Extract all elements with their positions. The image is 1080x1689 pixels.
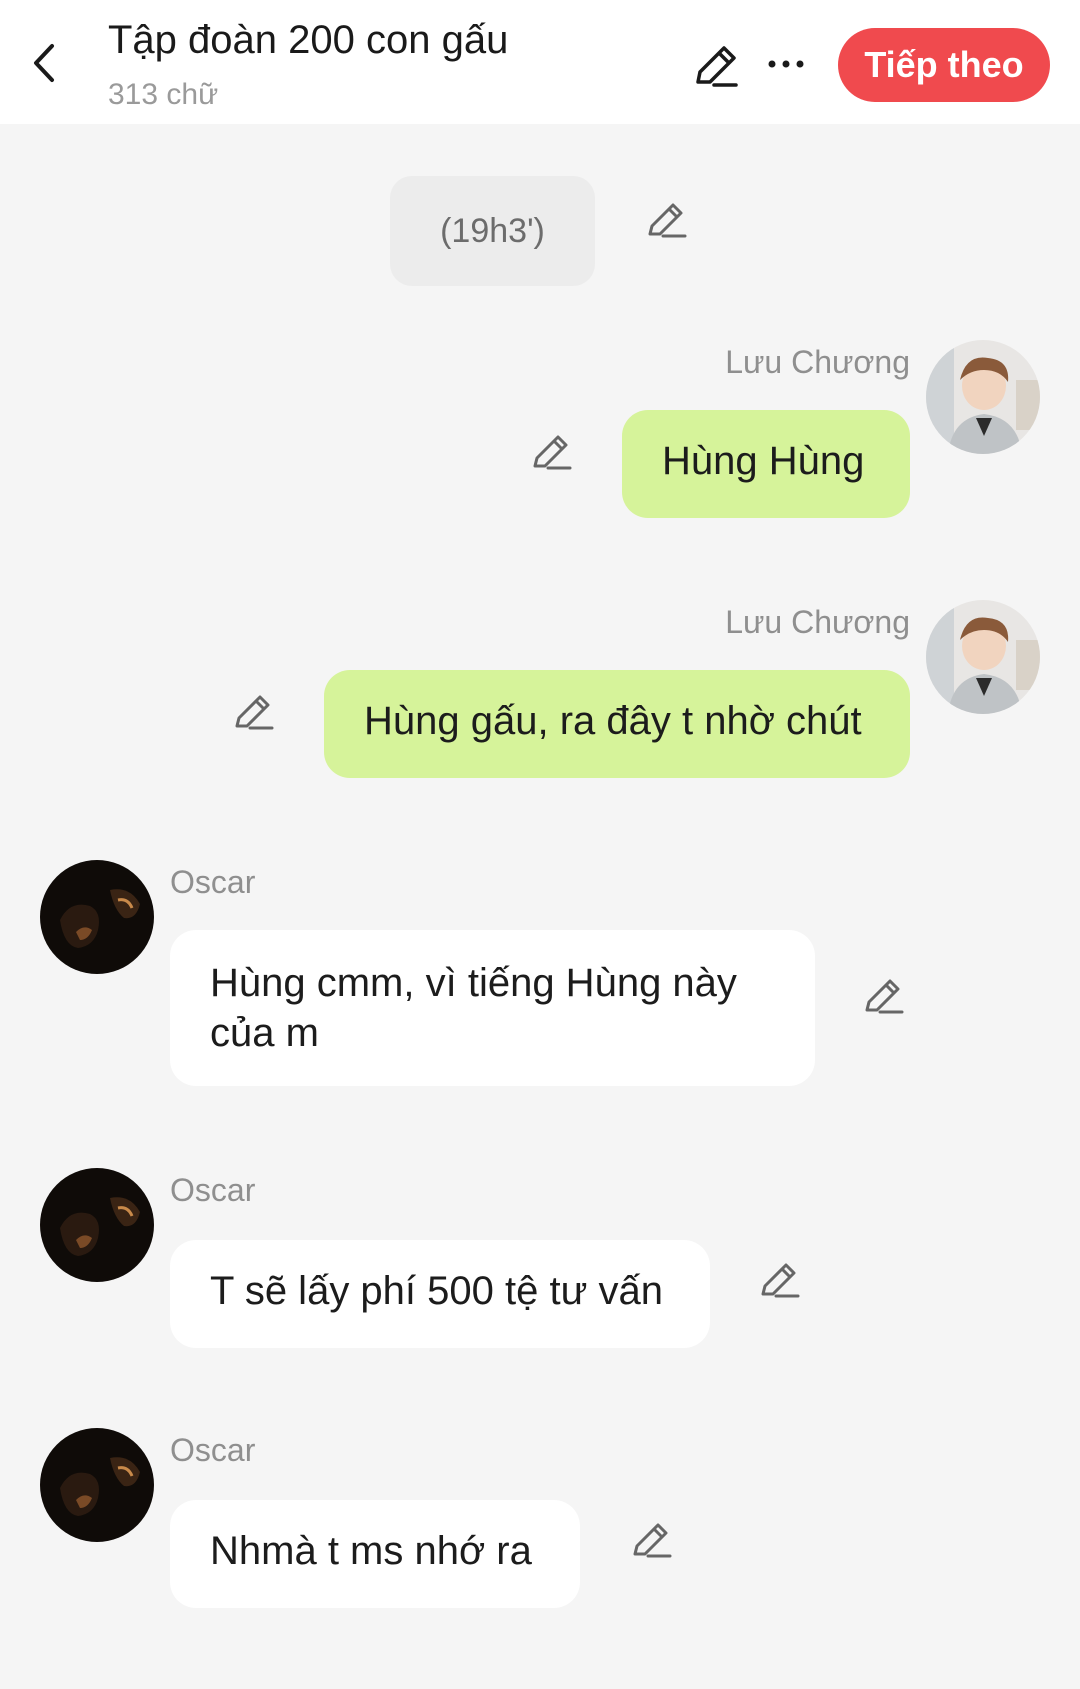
next-button[interactable]: Tiếp theo — [838, 28, 1050, 102]
edit-message-button[interactable] — [232, 690, 276, 734]
edit-message-button[interactable] — [630, 1518, 674, 1562]
avatar-photo — [40, 1168, 154, 1282]
more-icon — [768, 60, 804, 68]
message-bubble[interactable]: T sẽ lấy phí 500 tệ tư vấn — [170, 1240, 710, 1348]
message-bubble[interactable]: Nhmà t ms nhớ ra — [170, 1500, 580, 1608]
more-button[interactable] — [766, 44, 806, 84]
avatar[interactable] — [926, 340, 1040, 454]
message-bubble[interactable]: Hùng gấu, ra đây t nhờ chút — [324, 670, 910, 778]
sender-name: Lưu Chương — [725, 604, 910, 640]
edit-message-button[interactable] — [758, 1258, 802, 1302]
edit-message-button[interactable] — [530, 430, 574, 474]
avatar-photo — [926, 600, 1040, 714]
pencil-icon — [648, 203, 687, 238]
pencil-icon — [235, 695, 274, 730]
avatar[interactable] — [40, 860, 154, 974]
avatar[interactable] — [926, 600, 1040, 714]
edit-title-button[interactable] — [690, 40, 742, 92]
word-count: 313 chữ — [108, 78, 219, 111]
sender-name: Oscar — [170, 1172, 256, 1208]
page-title: Tập đoàn 200 con gấu — [108, 18, 509, 62]
pencil-icon — [533, 435, 572, 470]
message-text: Hùng Hùng — [662, 439, 865, 483]
avatar-photo — [926, 340, 1040, 454]
pencil-icon — [696, 46, 738, 87]
sender-name: Oscar — [170, 1432, 256, 1468]
message-bubble[interactable]: Hùng cmm, vì tiếng Hùng này của m — [170, 930, 815, 1086]
edit-message-button[interactable] — [862, 974, 906, 1018]
pencil-icon — [761, 1263, 800, 1298]
edit-timestamp-button[interactable] — [645, 198, 689, 242]
avatar[interactable] — [40, 1428, 154, 1542]
avatar-photo — [40, 1428, 154, 1542]
pencil-icon — [865, 979, 904, 1014]
back-button[interactable] — [24, 38, 64, 88]
sender-name: Lưu Chương — [725, 344, 910, 380]
avatar[interactable] — [40, 1168, 154, 1282]
message-bubble[interactable]: Hùng Hùng — [622, 410, 910, 518]
sender-name: Oscar — [170, 864, 256, 900]
pencil-icon — [633, 1523, 672, 1558]
avatar-photo — [40, 860, 154, 974]
message-text: Hùng cmm, vì tiếng Hùng này của m — [210, 961, 737, 1055]
message-text: Nhmà t ms nhớ ra — [210, 1529, 532, 1573]
top-bar: Tập đoàn 200 con gấu 313 chữ Tiếp theo — [0, 0, 1080, 124]
back-arrow-icon — [34, 44, 54, 82]
message-text: Hùng gấu, ra đây t nhờ chút — [364, 699, 862, 743]
message-text: T sẽ lấy phí 500 tệ tư vấn — [210, 1269, 663, 1313]
time-marker[interactable]: (19h3') — [390, 176, 595, 286]
